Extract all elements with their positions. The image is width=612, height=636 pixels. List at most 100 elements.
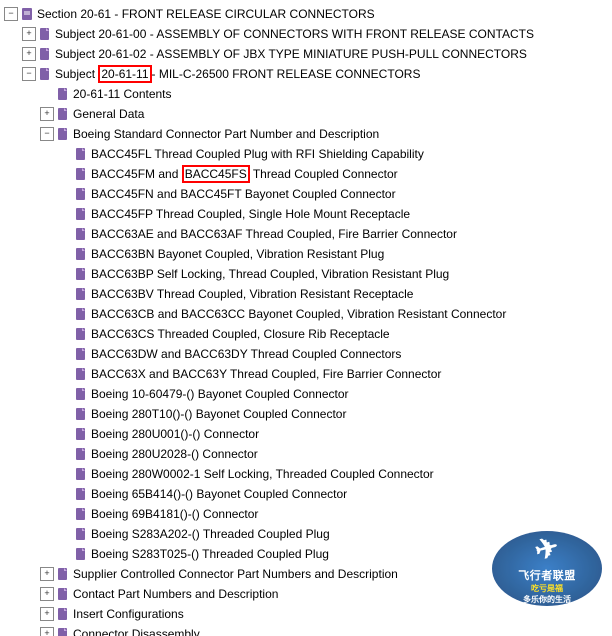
item-label: Subject 20-61-00 - ASSEMBLY OF CONNECTOR…	[55, 25, 534, 43]
item-label: Subject 20-61-02 - ASSEMBLY OF JBX TYPE …	[55, 45, 527, 63]
item-label: 20-61-11 Contents	[73, 85, 172, 103]
item-label: BACC63X and BACC63Y Thread Coupled, Fire…	[91, 365, 441, 383]
tree-item[interactable]: BACC63DW and BACC63DY Thread Coupled Con…	[0, 344, 612, 364]
item-label: BACC63AE and BACC63AF Thread Coupled, Fi…	[91, 225, 457, 243]
page-icon	[56, 587, 70, 601]
tree-item[interactable]: 20-61-11 Contents	[0, 84, 612, 104]
page-icon	[74, 307, 88, 321]
expand-button[interactable]: +	[40, 587, 54, 601]
page-icon	[74, 547, 88, 561]
tree-item[interactable]: Boeing 69B4181()-() Connector	[0, 504, 612, 524]
page-icon	[74, 467, 88, 481]
tree-item[interactable]: −Boeing Standard Connector Part Number a…	[0, 124, 612, 144]
item-label: Boeing 280T10()-() Bayonet Coupled Conne…	[91, 405, 346, 423]
page-icon	[74, 227, 88, 241]
page-icon	[56, 627, 70, 636]
item-label: BACC63DW and BACC63DY Thread Coupled Con…	[91, 345, 401, 363]
page-icon	[74, 167, 88, 181]
tree-item[interactable]: Boeing 10-60479-() Bayonet Coupled Conne…	[0, 384, 612, 404]
expander-placeholder	[40, 87, 54, 101]
item-label: Boeing 65B414()-() Bayonet Coupled Conne…	[91, 485, 347, 503]
tree-item[interactable]: Boeing 280U2028-() Connector	[0, 444, 612, 464]
item-label: Boeing S283A202-() Threaded Coupled Plug	[91, 525, 330, 543]
tree-item[interactable]: BACC45FN and BACC45FT Bayonet Coupled Co…	[0, 184, 612, 204]
expander-placeholder	[58, 187, 72, 201]
expander-placeholder	[58, 507, 72, 521]
item-label: Boeing 280U001()-() Connector	[91, 425, 259, 443]
expander-placeholder	[58, 387, 72, 401]
tree-item[interactable]: + General Data	[0, 104, 612, 124]
expander-placeholder	[58, 367, 72, 381]
tree-item[interactable]: BACC63BN Bayonet Coupled, Vibration Resi…	[0, 244, 612, 264]
watermark-text1: 飞行者联盟	[518, 567, 576, 583]
collapse-button[interactable]: −	[4, 7, 18, 21]
item-label: Boeing 280U2028-() Connector	[91, 445, 258, 463]
expand-button[interactable]: +	[40, 567, 54, 581]
page-icon	[74, 447, 88, 461]
page-icon	[56, 127, 70, 141]
tree-item[interactable]: BACC63CB and BACC63CC Bayonet Coupled, V…	[0, 304, 612, 324]
tree-item[interactable]: + Subject 20-61-02 - ASSEMBLY OF JBX TYPE…	[0, 44, 612, 64]
watermark-text3: 多乐你的生活	[523, 594, 571, 605]
tree-item[interactable]: BACC63BV Thread Coupled, Vibration Resis…	[0, 284, 612, 304]
page-icon	[74, 247, 88, 261]
expand-button[interactable]: +	[22, 47, 36, 61]
tree-item[interactable]: BACC63CS Threaded Coupled, Closure Rib R…	[0, 324, 612, 344]
tree-item[interactable]: BACC45FL Thread Coupled Plug with RFI Sh…	[0, 144, 612, 164]
tree-item[interactable]: BACC45FM and BACC45FS Thread Coupled Con…	[0, 164, 612, 184]
item-label: BACC45FL Thread Coupled Plug with RFI Sh…	[91, 145, 424, 163]
tree-item[interactable]: Boeing 280U001()-() Connector	[0, 424, 612, 444]
tree-item[interactable]: − Section 20-61 - FRONT RELEASE CIRCULAR …	[0, 4, 612, 24]
item-label: General Data	[73, 105, 144, 123]
expander-placeholder	[58, 307, 72, 321]
item-label: Boeing 10-60479-() Bayonet Coupled Conne…	[91, 385, 349, 403]
expand-button[interactable]: +	[40, 627, 54, 636]
item-label: BACC45FN and BACC45FT Bayonet Coupled Co…	[91, 185, 396, 203]
expander-placeholder	[58, 447, 72, 461]
expand-button[interactable]: +	[40, 607, 54, 621]
page-icon	[74, 487, 88, 501]
item-label: BACC63BP Self Locking, Thread Coupled, V…	[91, 265, 449, 283]
page-icon	[74, 427, 88, 441]
expand-button[interactable]: +	[22, 27, 36, 41]
collapse-button[interactable]: −	[22, 67, 36, 81]
item-label: Section 20-61 - FRONT RELEASE CIRCULAR C…	[37, 5, 375, 23]
tree-item[interactable]: BACC63X and BACC63Y Thread Coupled, Fire…	[0, 364, 612, 384]
tree-item[interactable]: BACC63BP Self Locking, Thread Coupled, V…	[0, 264, 612, 284]
tree-item[interactable]: Boeing 65B414()-() Bayonet Coupled Conne…	[0, 484, 612, 504]
page-icon	[74, 187, 88, 201]
tree-item[interactable]: BACC45FP Thread Coupled, Single Hole Mou…	[0, 204, 612, 224]
page-icon	[74, 347, 88, 361]
tree-item[interactable]: +Insert Configurations	[0, 604, 612, 624]
page-icon	[74, 527, 88, 541]
tree-item[interactable]: Boeing 280T10()-() Bayonet Coupled Conne…	[0, 404, 612, 424]
item-label: BACC45FM and BACC45FS Thread Coupled Con…	[91, 165, 398, 183]
expander-placeholder	[58, 527, 72, 541]
tree-item[interactable]: + Subject 20-61-00 - ASSEMBLY OF CONNECTO…	[0, 24, 612, 44]
page-icon	[38, 27, 52, 41]
expander-placeholder	[58, 167, 72, 181]
page-icon	[74, 267, 88, 281]
plane-icon: ✈	[531, 531, 562, 567]
item-label: Contact Part Numbers and Description	[73, 585, 278, 603]
tree-item[interactable]: +Connector Disassembly	[0, 624, 612, 636]
item-label: BACC63BV Thread Coupled, Vibration Resis…	[91, 285, 413, 303]
expander-placeholder	[58, 487, 72, 501]
tree-item[interactable]: Boeing 280W0002-1 Self Locking, Threaded…	[0, 464, 612, 484]
expand-button[interactable]: +	[40, 107, 54, 121]
item-label: BACC63CS Threaded Coupled, Closure Rib R…	[91, 325, 390, 343]
tree-item[interactable]: BACC63AE and BACC63AF Thread Coupled, Fi…	[0, 224, 612, 244]
page-icon	[56, 607, 70, 621]
page-icon	[38, 47, 52, 61]
expander-placeholder	[58, 267, 72, 281]
tree-item[interactable]: −Subject 20-61-11- MIL-C-26500 FRONT REL…	[0, 64, 612, 84]
item-label: BACC45FP Thread Coupled, Single Hole Mou…	[91, 205, 410, 223]
item-label: Boeing 69B4181()-() Connector	[91, 505, 258, 523]
collapse-button[interactable]: −	[40, 127, 54, 141]
expander-placeholder	[58, 207, 72, 221]
watermark-text2: 吃亏是福	[531, 583, 563, 594]
expander-placeholder	[58, 327, 72, 341]
book-icon	[20, 7, 34, 21]
highlighted-subject: 20-61-11	[98, 65, 151, 83]
page-icon	[56, 107, 70, 121]
